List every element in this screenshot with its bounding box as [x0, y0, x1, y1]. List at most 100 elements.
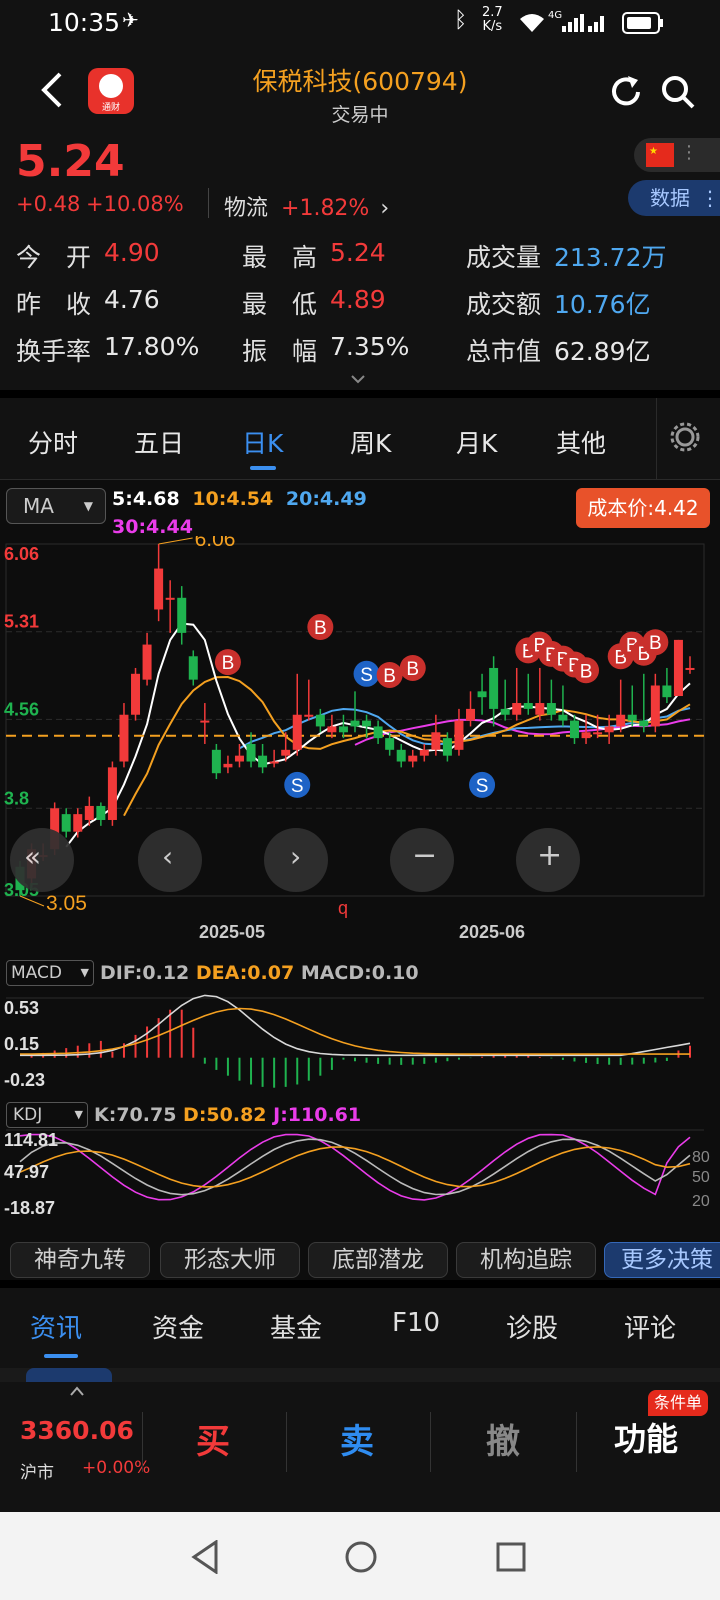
candle: [165, 597, 175, 600]
candle: [211, 749, 221, 774]
settings-gear-icon[interactable]: [670, 422, 700, 452]
kdj-axis-label: -18.87: [4, 1198, 55, 1218]
macd-indicator-select[interactable]: MACD ▼: [6, 960, 94, 986]
candle: [73, 814, 83, 832]
feature-pill[interactable]: 更多决策: [604, 1242, 720, 1278]
svg-text:S: S: [476, 776, 489, 797]
sell-signal-marker[interactable]: S: [353, 660, 380, 687]
candle: [639, 720, 649, 727]
tab-5[interactable]: 其他: [556, 424, 606, 460]
stray-mark: q: [338, 898, 348, 918]
last-price: 5.24: [16, 136, 125, 187]
feature-pill[interactable]: 底部潜龙: [308, 1242, 448, 1278]
info-tab-1[interactable]: 资金: [152, 1308, 204, 1345]
sector-name: 物流: [224, 196, 269, 221]
stat-value: 7.35%: [330, 332, 410, 361]
stat-value: 4.89: [330, 285, 386, 314]
sell-signal-marker[interactable]: S: [284, 771, 311, 798]
macd-axis-label: 0.15: [4, 1034, 39, 1054]
buy-button[interactable]: 买: [196, 1414, 230, 1463]
nav-back-icon[interactable]: [190, 1540, 220, 1574]
expand-chevron-icon[interactable]: [350, 374, 366, 386]
feature-pill[interactable]: 形态大师: [160, 1242, 300, 1278]
candle: [512, 703, 522, 715]
tab-0[interactable]: 分时: [28, 424, 78, 460]
sector-link[interactable]: 物流 +1.82% ›: [224, 190, 389, 222]
sector-pct: +1.82%: [281, 196, 370, 221]
candle: [234, 755, 244, 762]
data-button[interactable]: 数据 ⋮: [628, 180, 720, 216]
stat-label: 成交量: [466, 243, 542, 272]
refresh-icon[interactable]: [608, 74, 644, 110]
scroll-left-fast-button[interactable]: «: [10, 828, 74, 892]
candle: [535, 703, 545, 715]
candle: [616, 714, 626, 727]
ma10-line: [123, 675, 691, 817]
svg-text:B: B: [383, 666, 396, 687]
buy-signal-marker[interactable]: B: [399, 654, 426, 681]
dea-line: [20, 1007, 690, 1055]
ma-indicator-select[interactable]: MA ▼: [6, 488, 106, 524]
zoom-in-button[interactable]: +: [516, 828, 580, 892]
candle: [431, 732, 441, 750]
tab-1[interactable]: 五日: [134, 424, 184, 460]
candle: [442, 738, 452, 756]
function-button[interactable]: 功能: [614, 1414, 678, 1460]
tab-3[interactable]: 周K: [350, 424, 391, 460]
candle: [142, 644, 152, 680]
candle: [408, 755, 418, 762]
candle: [107, 767, 117, 820]
buy-signal-marker[interactable]: B: [307, 614, 334, 641]
candle: [454, 720, 464, 750]
tab-2[interactable]: 日K: [242, 424, 283, 460]
candle: [477, 691, 487, 698]
zoom-out-button[interactable]: −: [390, 828, 454, 892]
info-tab-3[interactable]: F10: [392, 1308, 440, 1338]
flag-pill[interactable]: ★ ⋮: [634, 138, 720, 172]
stat-label: 成交额: [466, 290, 542, 319]
sell-button[interactable]: 卖: [340, 1414, 374, 1463]
page-header: 通财 保税科技(600794) 交易中: [0, 48, 720, 128]
svg-text:B: B: [222, 653, 235, 674]
info-tab-5[interactable]: 评论: [624, 1308, 676, 1345]
info-tab-4[interactable]: 诊股: [506, 1308, 558, 1345]
buy-signal-marker[interactable]: B: [376, 661, 403, 688]
tab-4[interactable]: 月K: [456, 424, 497, 460]
scroll-left-button[interactable]: ‹: [138, 828, 202, 892]
buy-signal-marker[interactable]: B: [642, 629, 669, 656]
stat-label: 最 高: [242, 243, 318, 272]
feature-pill[interactable]: 神奇九转: [10, 1242, 150, 1278]
feature-pill[interactable]: 机构追踪: [456, 1242, 596, 1278]
candle: [523, 703, 533, 709]
candle: [373, 726, 383, 739]
candle: [581, 732, 591, 739]
candle: [131, 673, 141, 715]
buy-signal-marker[interactable]: B: [214, 649, 241, 676]
svg-text:S: S: [360, 665, 373, 686]
candle: [673, 639, 683, 697]
cancel-order-button[interactable]: 撤: [486, 1414, 520, 1463]
candle: [500, 708, 510, 715]
china-flag-icon: ★: [646, 143, 674, 167]
search-icon[interactable]: [660, 74, 696, 110]
buy-signal-marker[interactable]: B: [573, 657, 600, 684]
nav-home-icon[interactable]: [344, 1540, 378, 1574]
price-change-pct: +10.08%: [86, 192, 184, 216]
collapse-chevron-icon[interactable]: [70, 1386, 84, 1396]
kdj-indicator-select[interactable]: KDJ ▼: [6, 1102, 88, 1128]
sell-signal-marker[interactable]: S: [469, 771, 496, 798]
stat-value: 10.76亿: [554, 290, 651, 319]
wifi-icon: [520, 14, 544, 32]
candle: [258, 755, 268, 768]
cost-price-badge[interactable]: 成本价:4.42: [576, 488, 710, 528]
index-pct: +0.00%: [82, 1458, 151, 1478]
scroll-right-button[interactable]: ›: [264, 828, 328, 892]
nav-recents-icon[interactable]: [496, 1542, 526, 1572]
info-tab-0[interactable]: 资讯: [30, 1308, 82, 1345]
more-dots-icon: ⋮: [680, 142, 698, 163]
candle: [338, 726, 348, 733]
info-tab-2[interactable]: 基金: [270, 1308, 322, 1345]
net-speed: 2.7 K/s: [482, 5, 503, 34]
conditional-order-badge[interactable]: 条件单: [648, 1390, 709, 1416]
stat-label: 今 开: [16, 243, 92, 272]
